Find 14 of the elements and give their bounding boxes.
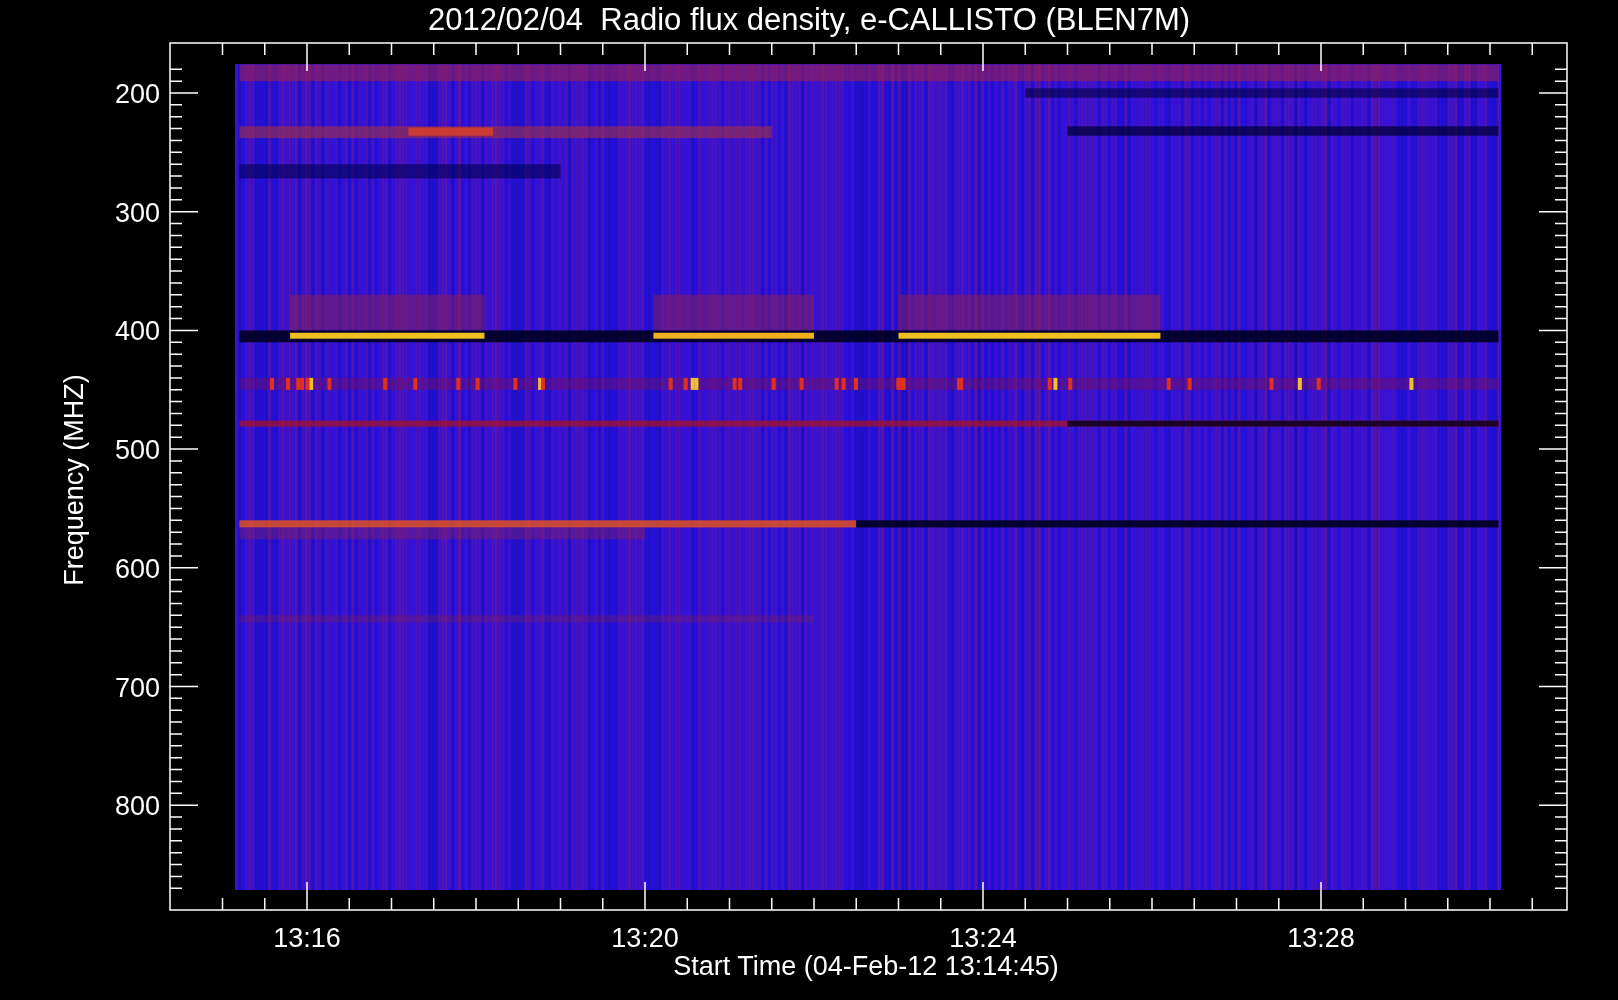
y-tick-label: 800	[114, 791, 160, 822]
x-tick-label: 13:20	[611, 923, 679, 953]
y-tick-label: 200	[114, 79, 160, 109]
y-axis-label: Frequency (MHZ)	[59, 374, 89, 586]
chart-title: 2012/02/04 Radio flux density, e-CALLISTO (BLEN7M)	[427, 2, 1191, 37]
y-tick-label: 500	[114, 435, 160, 466]
y-tick-label: 300	[114, 197, 160, 228]
x-tick-label: 13:16	[273, 923, 341, 953]
x-tick-label: 13:24	[949, 923, 1017, 953]
y-tick-label: 700	[114, 672, 160, 703]
x-tick-label: 13:28	[1287, 923, 1355, 953]
y-tick-label: 600	[114, 553, 160, 584]
y-tick-label: 400	[114, 316, 160, 347]
x-axis-label: Start Time (04-Feb-12 13:14:45)	[673, 951, 1059, 981]
